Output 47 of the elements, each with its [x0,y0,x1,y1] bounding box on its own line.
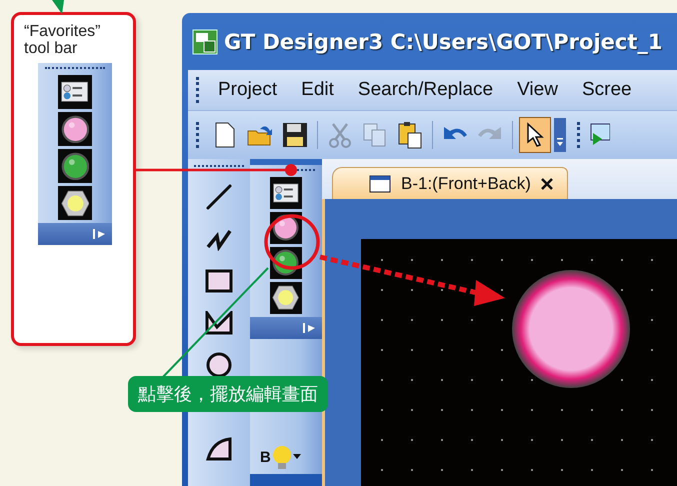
polyline-tool-icon[interactable] [205,227,233,251]
toolbar-options-icon[interactable] [302,322,316,334]
menu-item[interactable]: Scree [570,79,644,101]
toolbar-options-icon[interactable] [92,228,106,240]
dropdown-icon[interactable] [554,118,566,152]
favorite-tool[interactable] [58,186,92,220]
lamp-icon [272,249,300,277]
highlight-circle [264,214,320,270]
lamp-icon [60,114,90,144]
bulb-tool-button[interactable]: B [260,440,312,474]
new-file-icon [214,122,236,148]
menu-item[interactable]: Edit [289,79,346,101]
paste-icon [397,121,423,149]
window-title: GT Designer3 C:\Users\GOT\Project_1 [224,30,662,54]
favorite-tool[interactable] [58,149,92,183]
caret-icon [292,454,301,460]
lamp-icon [272,284,300,312]
lamp-object[interactable] [511,269,631,389]
switch-icon [273,181,299,205]
rectangle-tool-icon[interactable] [205,269,233,293]
leader-line [52,0,64,14]
favorite-tool[interactable] [270,282,302,314]
menu-item[interactable]: View [505,79,570,101]
close-icon[interactable] [540,178,553,190]
polygon-tool-icon[interactable] [205,311,233,335]
callout-label: 點擊後，擺放編輯畫面 [128,376,328,412]
copy-icon [362,122,388,148]
screen-icon [369,174,391,192]
pointer-icon [526,122,544,148]
sector-tool-icon[interactable] [205,436,233,462]
favorite-tool[interactable] [58,112,92,146]
lamp-icon [60,152,90,180]
favorite-tool[interactable] [58,75,92,109]
menu-item[interactable]: Search/Replace [346,79,506,101]
circle-tool-icon[interactable] [205,351,233,379]
lamp-icon [60,188,90,218]
scissors-icon [327,122,353,148]
callout-title: “Favorites” tool bar [24,23,102,57]
app-logo-icon [192,28,218,54]
menu-item[interactable]: Project [206,79,290,101]
bulb-icon [272,446,291,468]
save-icon [282,122,308,148]
screen-tab[interactable]: B-1:(Front+Back) [332,167,568,199]
line-tool-icon[interactable] [205,183,233,211]
toolbar-button[interactable] [519,117,551,153]
favorite-tool[interactable] [270,177,302,209]
lamp-icon [272,214,300,242]
